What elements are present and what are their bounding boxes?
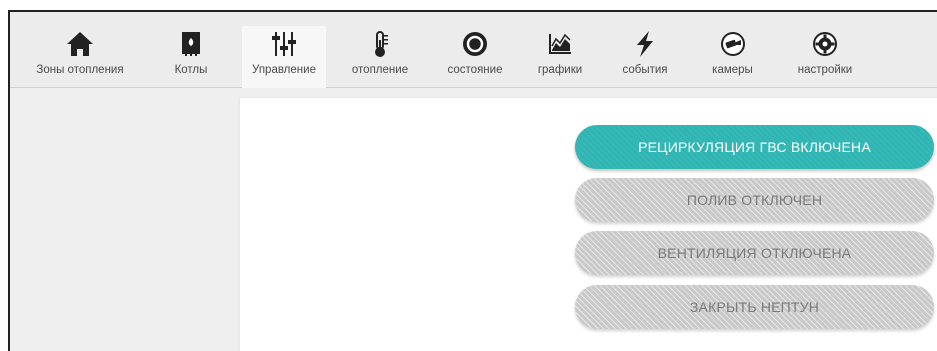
tab-label: отопление bbox=[351, 64, 409, 76]
thermometer-icon bbox=[375, 31, 388, 57]
control-panel: РЕЦИРКУЛЯЦИЯ ГВС ВКЛЮЧЕНА ПОЛИВ ОТКЛЮЧЕН… bbox=[240, 98, 937, 351]
ventilation-toggle-button[interactable]: ВЕНТИЛЯЦИЯ ОТКЛЮЧЕНА bbox=[575, 231, 934, 275]
top-navigation: Зоны отопления Котлы Управление отоплени… bbox=[10, 12, 937, 88]
tab-cameras[interactable]: камеры bbox=[695, 12, 770, 88]
app-window: Зоны отопления Котлы Управление отоплени… bbox=[8, 10, 937, 351]
lightning-icon bbox=[637, 31, 653, 57]
tab-heating-zones[interactable]: Зоны отопления bbox=[10, 12, 150, 88]
tab-boilers[interactable]: Котлы bbox=[150, 12, 232, 88]
button-label: РЕЦИРКУЛЯЦИЯ ГВС ВКЛЮЧЕНА bbox=[638, 139, 871, 155]
chart-icon bbox=[549, 33, 571, 54]
tab-label: камеры bbox=[712, 64, 753, 76]
tab-status[interactable]: состояние bbox=[430, 12, 520, 88]
tab-label: Котлы bbox=[174, 64, 208, 76]
close-neptun-button[interactable]: ЗАКРЫТЬ НЕПТУН bbox=[575, 285, 934, 329]
camera-icon bbox=[720, 32, 745, 56]
sliders-icon bbox=[272, 32, 296, 56]
tab-label: состояние bbox=[447, 64, 503, 76]
tab-label: Зоны отопления bbox=[36, 64, 124, 76]
tab-heating[interactable]: отопление bbox=[340, 12, 420, 88]
button-label: ЗАКРЫТЬ НЕПТУН bbox=[689, 299, 820, 315]
recirculation-toggle-button[interactable]: РЕЦИРКУЛЯЦИЯ ГВС ВКЛЮЧЕНА bbox=[575, 125, 934, 169]
tab-label: события bbox=[622, 64, 668, 76]
tab-label: Управление bbox=[252, 64, 316, 76]
watering-toggle-button[interactable]: ПОЛИВ ОТКЛЮЧЕН bbox=[575, 178, 934, 222]
tab-events[interactable]: события bbox=[605, 12, 685, 88]
sidebar bbox=[10, 89, 238, 351]
tab-charts[interactable]: графики bbox=[525, 12, 595, 88]
tab-label: настройки bbox=[797, 64, 853, 76]
status-circle-icon bbox=[463, 32, 487, 56]
button-label: ПОЛИВ ОТКЛЮЧЕН bbox=[686, 192, 823, 208]
tab-label: графики bbox=[537, 64, 583, 76]
button-label: ВЕНТИЛЯЦИЯ ОТКЛЮЧЕНА bbox=[657, 245, 852, 261]
gear-icon bbox=[813, 32, 837, 56]
boiler-icon bbox=[182, 32, 200, 56]
home-icon bbox=[67, 32, 93, 56]
tab-control[interactable]: Управление bbox=[242, 26, 326, 88]
tab-settings[interactable]: настройки bbox=[780, 12, 870, 88]
